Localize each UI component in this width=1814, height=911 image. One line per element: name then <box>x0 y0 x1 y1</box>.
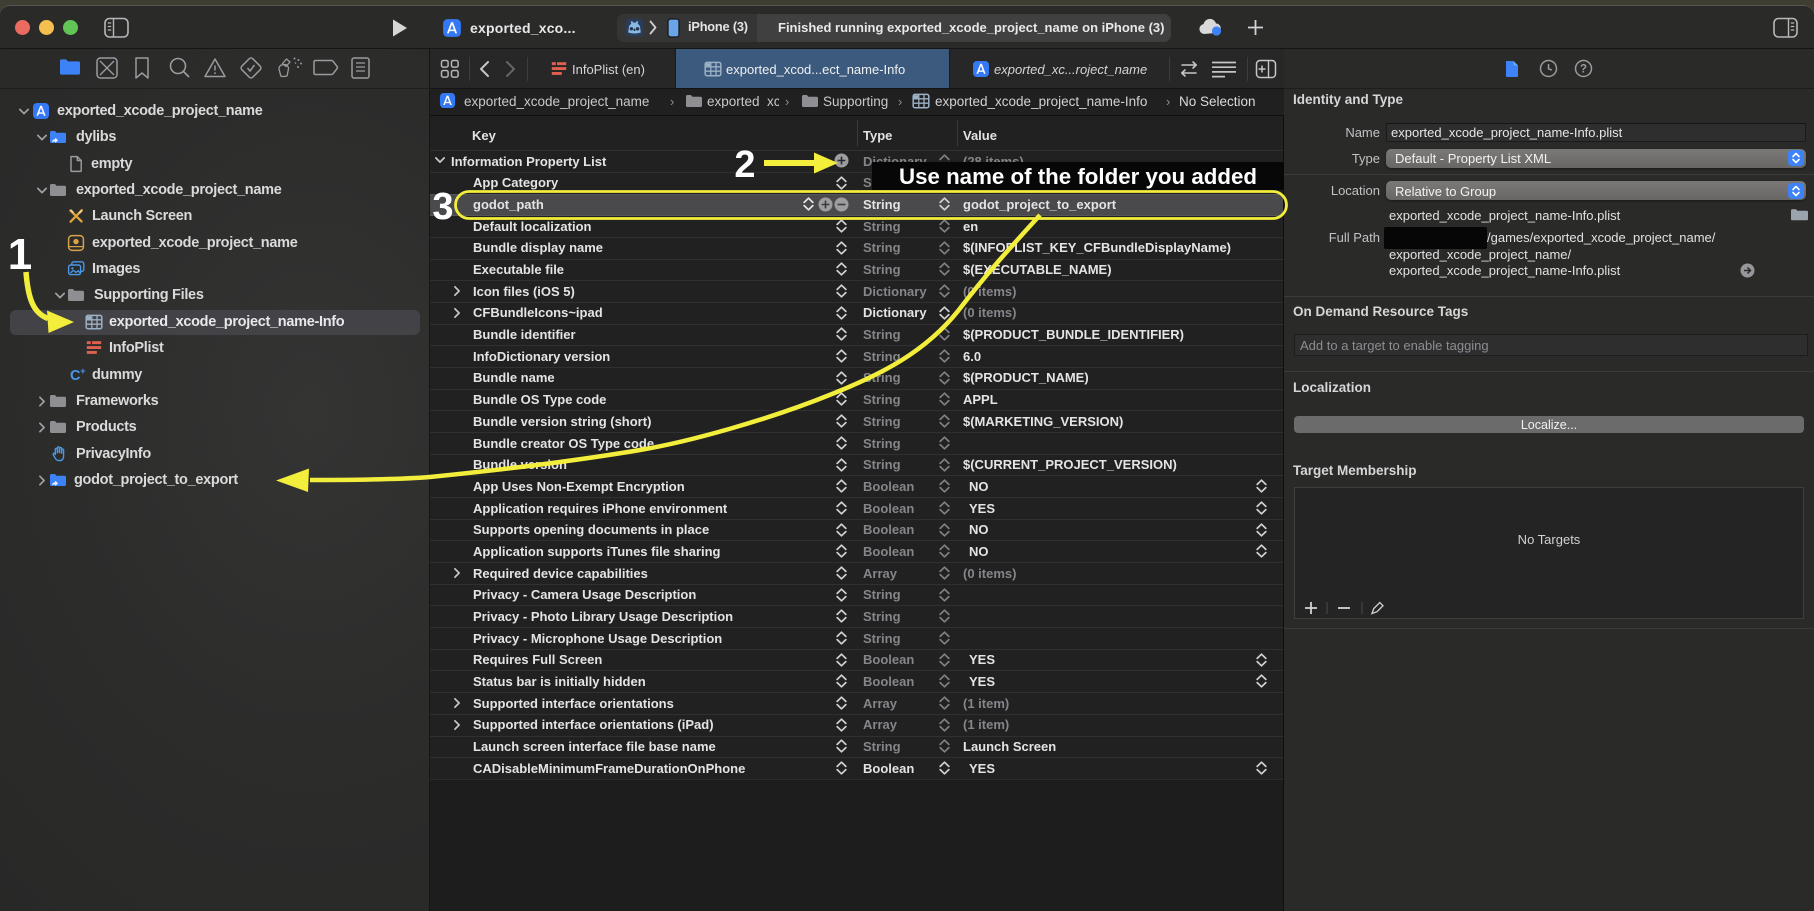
svg-text:?: ? <box>1580 64 1587 76</box>
